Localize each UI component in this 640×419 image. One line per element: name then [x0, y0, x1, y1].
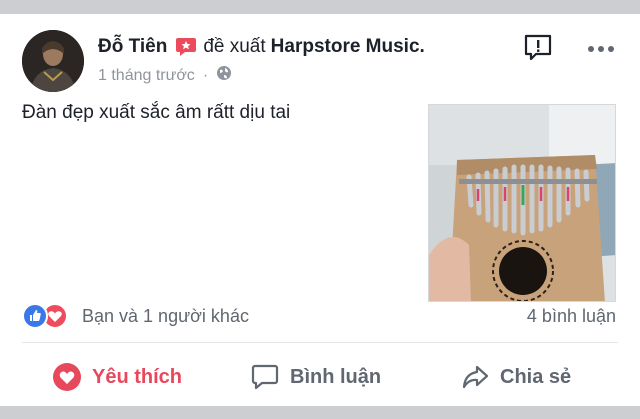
more-icon [588, 46, 614, 52]
page-name-link[interactable]: Harpstore Music. [271, 36, 425, 58]
reaction-summary[interactable]: Bạn và 1 người khác [22, 302, 249, 330]
post-text: Đàn đẹp xuất sắc âm rấtt dịu tai [22, 102, 291, 123]
reaction-summary-text[interactable]: Bạn và 1 người khác [82, 306, 249, 327]
like-button-label: Yêu thích [92, 365, 183, 388]
post-card: Đỗ Tiên đề xuất Harpstore Music. 1 tháng… [0, 14, 640, 406]
post-header: Đỗ Tiên đề xuất Harpstore Music. [98, 36, 425, 58]
comment-count[interactable]: 4 bình luận [527, 302, 616, 330]
heart-icon [53, 363, 81, 391]
like-icon [22, 303, 48, 329]
report-icon [524, 34, 552, 61]
globe-icon [216, 65, 232, 86]
post-meta: 1 tháng trước · [98, 65, 232, 86]
more-options-button[interactable] [585, 42, 617, 54]
share-icon [462, 365, 489, 389]
report-button[interactable] [522, 32, 554, 64]
comment-button-label: Bình luận [290, 365, 382, 388]
author-name[interactable]: Đỗ Tiên [98, 36, 167, 58]
post-photo[interactable] [428, 104, 616, 302]
comment-button[interactable]: Bình luận [250, 359, 381, 395]
share-button-label: Chia sẻ [500, 365, 572, 388]
share-button[interactable]: Chia sẻ [460, 359, 571, 395]
recommend-verb: đề xuất [203, 36, 266, 57]
meta-separator: · [202, 66, 209, 84]
avatar[interactable] [22, 30, 84, 92]
post-timestamp[interactable]: 1 tháng trước [98, 67, 195, 85]
recommendation-icon [175, 36, 197, 58]
reaction-icons [22, 303, 76, 329]
comment-icon [251, 364, 279, 390]
divider [22, 342, 618, 343]
kalimba-photo [429, 105, 615, 301]
like-button[interactable]: Yêu thích [52, 359, 182, 395]
